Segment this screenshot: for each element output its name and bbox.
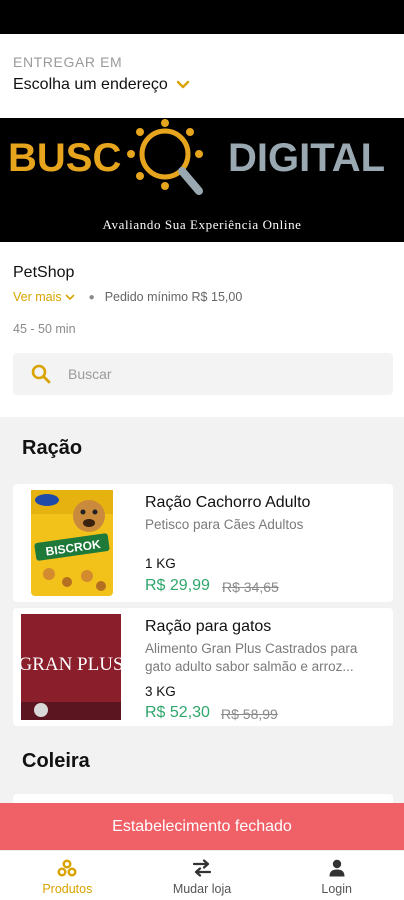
tab-change-store-label: Mudar loja bbox=[172, 882, 232, 896]
product-card[interactable]: BISCROK Ração Cachorro Adulto Petisco pa… bbox=[13, 484, 393, 602]
tab-products-label: Produtos bbox=[42, 882, 93, 896]
tab-products[interactable]: Produtos bbox=[0, 851, 135, 900]
product-card[interactable]: GRAN PLUS Ração para gatos Alimento Gran… bbox=[13, 608, 393, 726]
product-unit: 3 KG bbox=[145, 684, 176, 699]
search-input[interactable]: Buscar bbox=[13, 353, 393, 395]
tab-change-store[interactable]: Mudar loja bbox=[135, 851, 270, 900]
product-image: BISCROK bbox=[31, 490, 113, 596]
search-icon bbox=[31, 364, 51, 384]
separator-dot: ● bbox=[88, 291, 95, 303]
delivery-time: 45 - 50 min bbox=[13, 322, 76, 336]
store-meta: Ver mais ● Pedido mínimo R$ 15,00 bbox=[13, 290, 391, 304]
tab-login-label: Login bbox=[321, 882, 352, 896]
product-image: GRAN PLUS bbox=[21, 614, 121, 720]
product-unit: 1 KG bbox=[145, 556, 176, 571]
banner-tagline: Avaliando Sua Experiência Online bbox=[102, 217, 301, 232]
product-old-price: R$ 34,65 bbox=[222, 579, 279, 595]
chevron-down-icon bbox=[176, 80, 189, 89]
product-list[interactable]: Ração BISCROK Ração Cachorro Adulto Peti… bbox=[0, 417, 404, 850]
user-icon bbox=[329, 859, 345, 877]
store-info: PetShop Ver mais ● Pedido mínimo R$ 15,0… bbox=[0, 242, 404, 417]
status-bar bbox=[0, 0, 404, 34]
store-name: PetShop bbox=[13, 264, 75, 281]
product-description: Petisco para Cães Adultos bbox=[145, 517, 304, 532]
bottom-tab-bar: Produtos Mudar loja Login bbox=[0, 850, 404, 900]
magnifier-logo-icon bbox=[127, 119, 203, 195]
chevron-down-icon bbox=[65, 294, 74, 300]
swap-icon bbox=[192, 859, 212, 877]
min-order-text: Pedido mínimo R$ 15,00 bbox=[104, 290, 243, 304]
see-more-link[interactable]: Ver mais bbox=[13, 290, 75, 304]
product-name: Ração para gatos bbox=[145, 618, 272, 635]
banner-brand-left: BUSC bbox=[8, 136, 121, 180]
search-placeholder: Buscar bbox=[68, 366, 112, 382]
banner-brand-right: DIGITAL bbox=[228, 136, 385, 180]
delivery-label: ENTREGAR EM bbox=[13, 54, 123, 70]
product-description: Alimento Gran Plus Castrados para gato a… bbox=[145, 641, 358, 674]
store-banner: BUSC DIGITAL Avaliando Sua Experiência O… bbox=[0, 118, 404, 242]
products-icon bbox=[57, 859, 77, 877]
product-image-label: GRAN PLUS bbox=[21, 654, 121, 675]
section-title-racao: Ração bbox=[22, 437, 83, 459]
address-text: Escolha um endereço bbox=[13, 76, 168, 93]
product-price: R$ 52,30 bbox=[145, 704, 210, 721]
store-closed-banner: Estabelecimento fechado bbox=[0, 803, 404, 850]
product-name: Ração Cachorro Adulto bbox=[145, 494, 311, 511]
delivery-address-section[interactable]: ENTREGAR EM Escolha um endereço bbox=[0, 34, 404, 118]
product-old-price: R$ 58,99 bbox=[221, 706, 278, 722]
address-selector[interactable]: Escolha um endereço bbox=[13, 76, 391, 94]
section-title-coleira: Coleira bbox=[22, 750, 90, 772]
see-more-label: Ver mais bbox=[13, 290, 62, 304]
tab-login[interactable]: Login bbox=[269, 851, 404, 900]
product-price: R$ 29,99 bbox=[145, 577, 210, 594]
